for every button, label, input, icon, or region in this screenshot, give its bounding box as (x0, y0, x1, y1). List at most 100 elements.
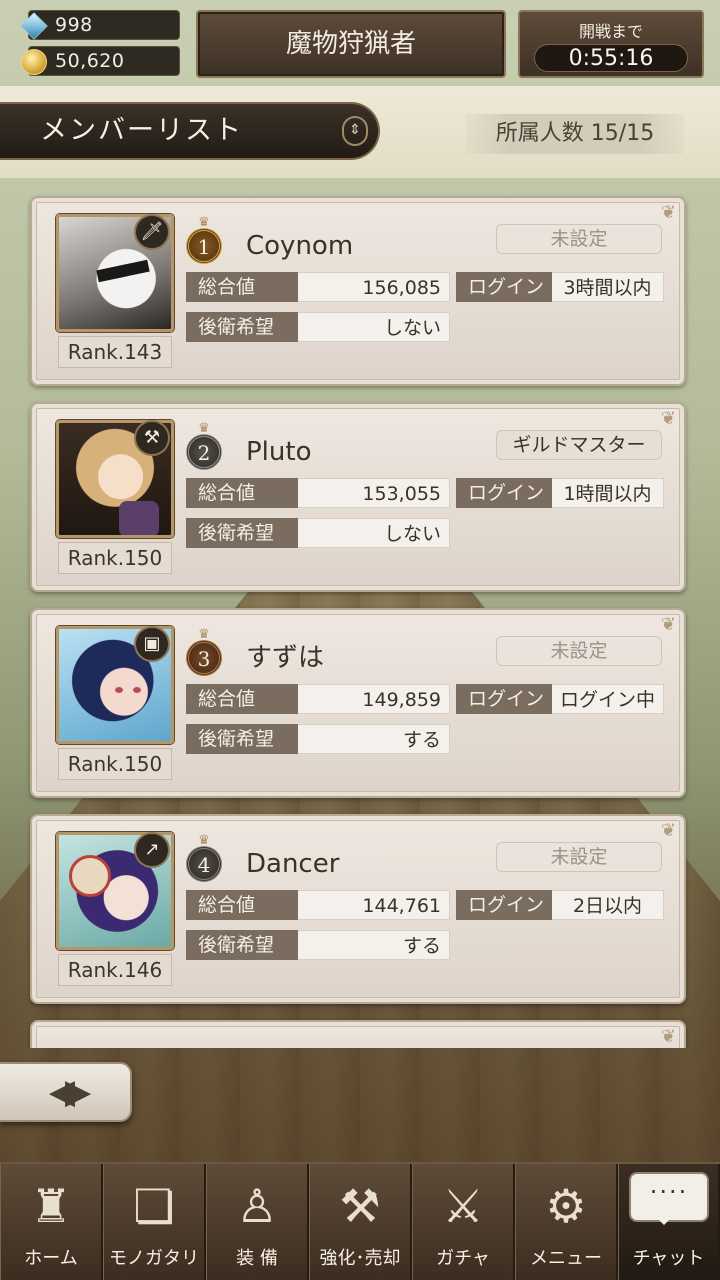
crown-icon: ♛ (198, 215, 210, 230)
nav-story-label: モノガタリ (109, 1248, 199, 1269)
rear-preference-row: 後衛希望 する (186, 724, 450, 754)
back-arrow-icon: ◀▶ (48, 1072, 91, 1112)
rear-preference-label: 後衛希望 (186, 930, 298, 960)
member-count: 所属人数 15/15 (466, 114, 684, 154)
sort-toggle-icon[interactable]: ⇕ (342, 116, 368, 146)
member-name: Coynom (246, 231, 354, 261)
puppet-icon: ♙ (236, 1179, 278, 1233)
crown-icon: ♛ (198, 833, 210, 848)
spear-icon: ↗ (134, 832, 170, 868)
member-card[interactable]: ❦ ⚒ Rank.150 ♛ 2 Pluto ギルドマスター 総合値 153,0… (30, 402, 686, 592)
crown-icon: ♛ (198, 421, 210, 436)
member-card[interactable]: ❦ (30, 1020, 686, 1048)
hammer-icon: ⚒ (134, 420, 170, 456)
member-card[interactable]: ❦ 🗡 Rank.143 ♛ 1 Coynom 未設定 総合値 156,085 … (30, 196, 686, 386)
nav-home-label: ホーム (24, 1248, 78, 1269)
nav-equip[interactable]: ♙ 装 備 (206, 1164, 309, 1280)
member-rank: Rank.150 (58, 542, 172, 574)
nav-gacha-label: ガチャ (436, 1248, 490, 1269)
login-row: ログイン 1時間以内 (456, 478, 664, 508)
total-power-value: 156,085 (298, 272, 450, 302)
total-power-value: 149,859 (298, 684, 450, 714)
nav-menu[interactable]: ⚙ メニュー (515, 1164, 618, 1280)
nav-gacha[interactable]: ⚔ ガチャ (412, 1164, 515, 1280)
place-medal: ♛ 1 (186, 216, 222, 264)
total-power-row: 総合値 156,085 (186, 272, 450, 302)
rear-preference-label: 後衛希望 (186, 518, 298, 548)
battle-timer-label: 開戦まで (578, 22, 643, 41)
member-name: Pluto (246, 437, 312, 467)
nav-home[interactable]: ♜ ホーム (0, 1164, 103, 1280)
total-power-value: 153,055 (298, 478, 450, 508)
member-list[interactable]: ❦ 🗡 Rank.143 ♛ 1 Coynom 未設定 総合値 156,085 … (0, 180, 720, 1048)
login-value: 2日以内 (552, 890, 664, 920)
total-power-row: 総合値 149,859 (186, 684, 450, 714)
member-role: ギルドマスター (496, 430, 662, 460)
member-role: 未設定 (496, 224, 662, 254)
rear-preference-row: 後衛希望 しない (186, 312, 450, 342)
login-label: ログイン (456, 684, 552, 714)
guild-name-button[interactable]: 魔物狩猟者 (196, 10, 506, 78)
card-ornament: ❦ (660, 1026, 676, 1047)
gold-count: 50,620 (55, 50, 125, 72)
member-role: 未設定 (496, 636, 662, 666)
login-label: ログイン (456, 272, 552, 302)
nav-chat[interactable]: ···· チャット (618, 1164, 720, 1280)
rear-preference-value: しない (298, 312, 450, 342)
member-rank: Rank.143 (58, 336, 172, 368)
rear-preference-value: する (298, 724, 450, 754)
card-ornament: ❦ (660, 202, 676, 223)
member-card[interactable]: ❦ ↗ Rank.146 ♛ 4 Dancer 未設定 総合値 144,761 … (30, 814, 686, 1004)
nav-menu-label: メニュー (530, 1248, 602, 1269)
rear-preference-row: 後衛希望 しない (186, 518, 450, 548)
member-rank: Rank.146 (58, 954, 172, 986)
rear-preference-row: 後衛希望 する (186, 930, 450, 960)
anvil-icon: ⚒ (339, 1179, 381, 1233)
nav-equip-label: 装 備 (236, 1248, 278, 1269)
total-power-value: 144,761 (298, 890, 450, 920)
login-row: ログイン 2日以内 (456, 890, 664, 920)
rear-preference-label: 後衛希望 (186, 312, 298, 342)
place-medal: ♛ 4 (186, 834, 222, 882)
battle-timer: 開戦まで 0:55:16 (518, 10, 704, 78)
login-label: ログイン (456, 478, 552, 508)
rear-preference-value: しない (298, 518, 450, 548)
place-medal: ♛ 2 (186, 422, 222, 470)
nav-chat-label: チャット (632, 1248, 705, 1269)
bottom-nav: ♜ ホーム ❏ モノガタリ ♙ 装 備 ⚒ 強化･売却 ⚔ ガチャ ⚙ メニュー… (0, 1162, 720, 1280)
member-list-tab[interactable]: メンバーリスト ⇕ (0, 102, 380, 160)
coin-icon (21, 49, 47, 75)
total-power-label: 総合値 (186, 478, 298, 508)
tome-icon: ▣ (134, 626, 170, 662)
nav-story[interactable]: ❏ モノガタリ (103, 1164, 206, 1280)
nav-enhance[interactable]: ⚒ 強化･売却 (309, 1164, 412, 1280)
sword-icon: 🗡 (134, 214, 170, 250)
login-row: ログイン ログイン中 (456, 684, 664, 714)
place-medal: ♛ 3 (186, 628, 222, 676)
login-value: 1時間以内 (552, 478, 664, 508)
gem-counter: 998 (20, 10, 180, 40)
member-name: すずは (246, 643, 325, 673)
total-power-label: 総合値 (186, 890, 298, 920)
back-button[interactable]: ◀▶ (0, 1062, 132, 1122)
total-power-row: 総合値 144,761 (186, 890, 450, 920)
member-card[interactable]: ❦ ▣ Rank.150 ♛ 3 すずは 未設定 総合値 149,859 ログイ… (30, 608, 686, 798)
rear-preference-label: 後衛希望 (186, 724, 298, 754)
chat-bubble-icon: ···· (629, 1172, 709, 1225)
gold-counter: 50,620 (21, 46, 180, 76)
member-name: Dancer (246, 849, 340, 879)
card-ornament: ❦ (660, 820, 676, 841)
book-icon: ❏ (133, 1179, 175, 1233)
crown-icon: ♛ (198, 627, 210, 642)
login-value: ログイン中 (552, 684, 664, 714)
login-value: 3時間以内 (552, 272, 664, 302)
castle-icon: ♜ (30, 1179, 72, 1233)
gem-count: 998 (55, 14, 93, 36)
total-power-label: 総合値 (186, 272, 298, 302)
member-role: 未設定 (496, 842, 662, 872)
nav-enhance-label: 強化･売却 (319, 1248, 401, 1269)
card-ornament: ❦ (660, 614, 676, 635)
total-power-label: 総合値 (186, 684, 298, 714)
gem-icon (20, 12, 48, 40)
login-row: ログイン 3時間以内 (456, 272, 664, 302)
